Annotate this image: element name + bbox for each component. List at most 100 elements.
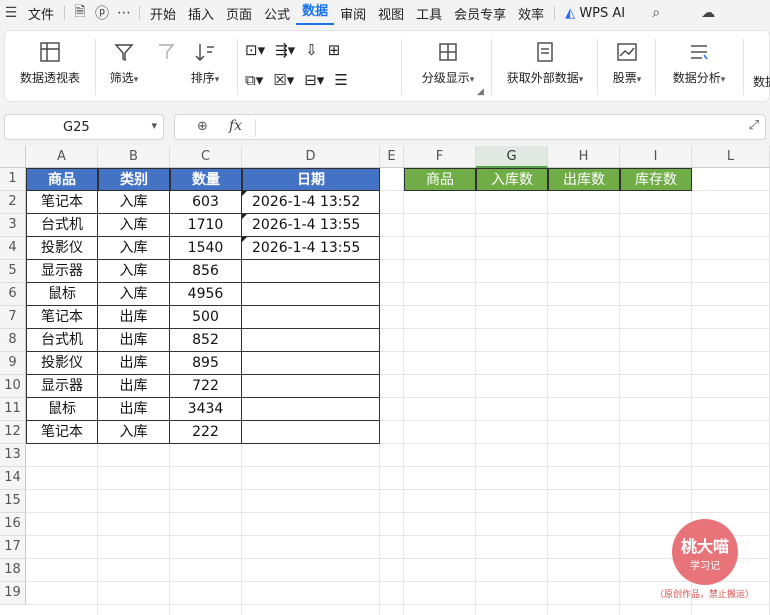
formula-input[interactable]: ⊕ fx ⤢ <box>174 114 766 140</box>
get-external-data-button[interactable]: 获取外部数据▾ <box>499 41 591 86</box>
row-header-5[interactable]: 5 <box>0 260 26 283</box>
data-validation-icon[interactable]: ⊡▾ <box>245 41 265 59</box>
table-cell[interactable] <box>242 398 380 421</box>
table-cell[interactable]: 笔记本 <box>26 421 98 444</box>
table-cell[interactable]: 笔记本 <box>26 191 98 214</box>
tab-6[interactable]: 视图 <box>372 4 410 23</box>
column-header-C[interactable]: C <box>170 146 242 168</box>
table-cell[interactable]: 投影仪 <box>26 237 98 260</box>
table-cell[interactable]: 4956 <box>170 283 242 306</box>
table-cell[interactable]: 台式机 <box>26 214 98 237</box>
table-cell[interactable]: 2026-1-4 13:55 <box>242 237 380 260</box>
table-cell[interactable]: 入库 <box>98 214 170 237</box>
more-icon[interactable]: ⋯ <box>113 5 135 21</box>
table-cell[interactable]: 1540 <box>170 237 242 260</box>
table-cell[interactable]: 入库 <box>98 191 170 214</box>
table-cell[interactable]: 3434 <box>170 398 242 421</box>
table-cell[interactable]: 出库 <box>98 398 170 421</box>
zoom-icon[interactable]: ⊕ <box>197 119 208 134</box>
row-header-12[interactable]: 12 <box>0 421 26 444</box>
row-header-2[interactable]: 2 <box>0 191 26 214</box>
dialog-launcher-icon[interactable]: ◢ <box>477 87 484 97</box>
table-cell[interactable] <box>242 329 380 352</box>
worksheet-grid[interactable]: A B C D E F G H I L 1 2 3 4 5 6 7 8 9 10 11 12 13 14 15 16 17 18 19 商… <box>0 146 770 615</box>
table-cell[interactable] <box>242 352 380 375</box>
row-header-15[interactable]: 15 <box>0 490 26 513</box>
data-analysis-button[interactable]: 数据分析▾ <box>667 41 731 86</box>
clear-filter-button[interactable] <box>155 41 179 69</box>
row-header-7[interactable]: 7 <box>0 306 26 329</box>
table-cell[interactable]: 鼠标 <box>26 398 98 421</box>
wps-ai-button[interactable]: ◭ WPS AI <box>559 6 631 21</box>
column-header-E[interactable]: E <box>380 146 404 168</box>
row-header-3[interactable]: 3 <box>0 214 26 237</box>
column-header-B[interactable]: B <box>98 146 170 168</box>
row-header-1[interactable]: 1 <box>0 168 26 191</box>
column-header-H[interactable]: H <box>548 146 620 168</box>
table-cell[interactable]: 1710 <box>170 214 242 237</box>
ribbon-cutoff-button[interactable]: 数据 <box>753 73 770 90</box>
tab-3[interactable]: 公式 <box>258 4 296 23</box>
row-header-9[interactable]: 9 <box>0 352 26 375</box>
chevron-down-icon[interactable]: ▾ <box>151 119 157 132</box>
remove-duplicates-icon[interactable]: ☒▾ <box>273 71 294 89</box>
table-cell[interactable]: 笔记本 <box>26 306 98 329</box>
table-cell[interactable]: 722 <box>170 375 242 398</box>
table-cell[interactable]: 投影仪 <box>26 352 98 375</box>
table-cell[interactable] <box>242 375 380 398</box>
duplicates-icon[interactable]: ⧉▾ <box>245 71 263 89</box>
column-header-F[interactable]: F <box>404 146 476 168</box>
row-header-14[interactable]: 14 <box>0 467 26 490</box>
table-cell[interactable]: 222 <box>170 421 242 444</box>
table-cell[interactable]: 856 <box>170 260 242 283</box>
row-header-8[interactable]: 8 <box>0 329 26 352</box>
table-cell[interactable]: 895 <box>170 352 242 375</box>
table-cell[interactable]: 603 <box>170 191 242 214</box>
summary-header-cell[interactable]: 库存数 <box>620 168 692 191</box>
tab-9[interactable]: 效率 <box>512 4 550 23</box>
table-cell[interactable]: 入库 <box>98 237 170 260</box>
table-cell[interactable] <box>242 260 380 283</box>
column-header-A[interactable]: A <box>26 146 98 168</box>
expand-formula-icon[interactable]: ⤢ <box>749 118 759 133</box>
table-cell[interactable]: 显示器 <box>26 375 98 398</box>
row-header-17[interactable]: 17 <box>0 536 26 559</box>
summary-header-cell[interactable]: 商品 <box>404 168 476 191</box>
row-header-18[interactable]: 18 <box>0 559 26 582</box>
table-header-cell[interactable]: 类别 <box>98 168 170 191</box>
table-cell[interactable]: 台式机 <box>26 329 98 352</box>
fx-icon[interactable]: fx <box>229 118 242 134</box>
fill-icon[interactable]: ⇶▾ <box>275 41 295 59</box>
summary-header-cell[interactable]: 出库数 <box>548 168 620 191</box>
import-icon[interactable]: ⇩ <box>305 41 318 59</box>
name-box[interactable]: G25 ▾ <box>4 114 164 140</box>
column-header-G[interactable]: G <box>476 146 548 168</box>
tab-5[interactable]: 审阅 <box>334 4 372 23</box>
tab-0[interactable]: 开始 <box>144 4 182 23</box>
tab-8[interactable]: 会员专享 <box>448 4 512 23</box>
table-cell[interactable]: 出库 <box>98 352 170 375</box>
row-header-4[interactable]: 4 <box>0 237 26 260</box>
row-header-13[interactable]: 13 <box>0 444 26 467</box>
select-all-corner[interactable] <box>0 146 26 168</box>
search-icon[interactable]: ⌕ <box>645 5 667 21</box>
menu-file[interactable]: 文件 <box>22 4 60 23</box>
table-cell[interactable]: 2026-1-4 13:55 <box>242 214 380 237</box>
summary-header-cell[interactable]: 入库数 <box>476 168 548 191</box>
format-painter-icon[interactable]: ⓟ <box>91 3 113 23</box>
column-header-D[interactable]: D <box>242 146 380 168</box>
table-cell[interactable]: 852 <box>170 329 242 352</box>
pivot-table-button[interactable]: 数据透视表 <box>19 41 81 86</box>
table-cell[interactable] <box>242 306 380 329</box>
tab-7[interactable]: 工具 <box>410 4 448 23</box>
table-cell[interactable]: 入库 <box>98 283 170 306</box>
outline-button[interactable]: 分级显示▾ <box>413 41 483 86</box>
sort-button[interactable]: 排序▾ <box>185 41 225 86</box>
table-cell[interactable]: 显示器 <box>26 260 98 283</box>
column-header-I[interactable]: I <box>620 146 692 168</box>
tab-2[interactable]: 页面 <box>220 4 258 23</box>
consolidate-icon[interactable]: ⊟▾ <box>304 71 324 89</box>
row-header-16[interactable]: 16 <box>0 513 26 536</box>
row-header-6[interactable]: 6 <box>0 283 26 306</box>
hamburger-menu-icon[interactable]: ☰ <box>0 5 22 21</box>
